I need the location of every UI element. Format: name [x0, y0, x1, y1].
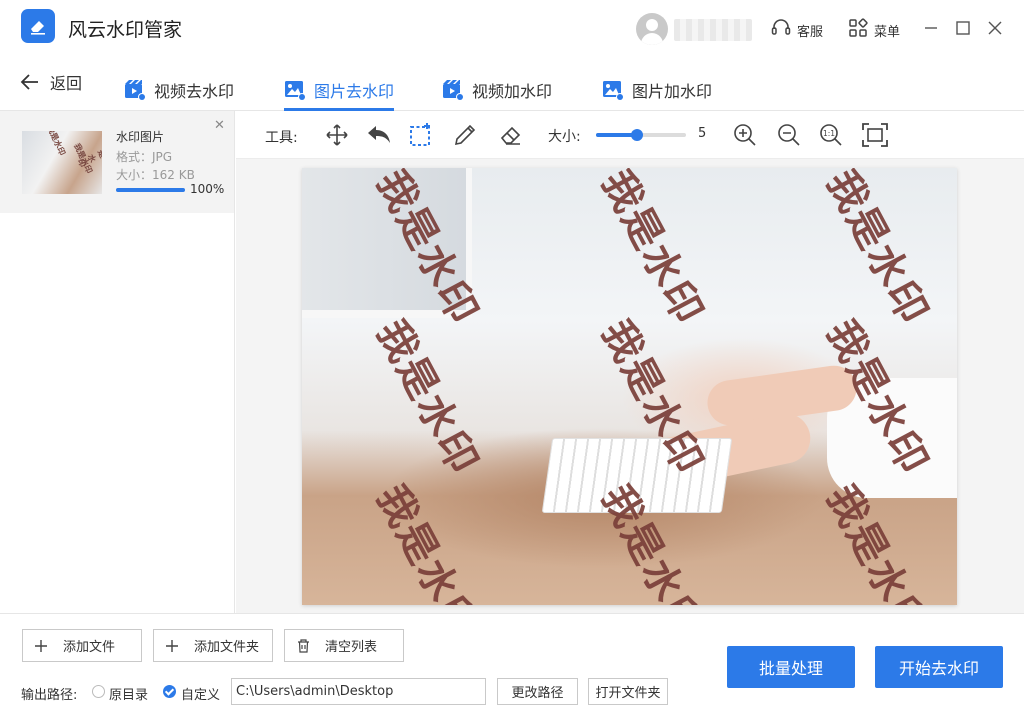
watermarked-photo[interactable]: 我是水印 我是水印 我是水印 我是水印 我是水印 我是水印 我是水印 我是水印 … [302, 168, 957, 605]
watermark-text: 我是水印 [818, 168, 937, 333]
file-format: 格式：JPG [116, 150, 173, 164]
brush-size-slider[interactable] [596, 129, 686, 141]
pencil-icon [454, 124, 476, 146]
file-size: 大小：162 KB [116, 168, 195, 182]
video-icon [443, 79, 464, 101]
brush-size-label: 大小: [548, 129, 581, 145]
customer-service-button[interactable]: 客服 [770, 18, 823, 42]
file-thumbnail: 我是水印 我是水印 我是水印 [22, 131, 102, 194]
video-icon [125, 79, 146, 101]
grid-menu-icon [848, 18, 868, 42]
watermark-text: 我是水印 [593, 168, 712, 333]
add-file-label: 添加文件 [63, 640, 116, 655]
radio-custom-label[interactable]: 自定义 [181, 684, 220, 703]
maximize-button[interactable] [953, 18, 973, 38]
add-folder-button[interactable]: 添加文件夹 [153, 629, 273, 662]
trash-icon [295, 638, 311, 653]
selection-rect-icon [410, 123, 430, 146]
change-path-button[interactable]: 更改路径 [497, 678, 578, 705]
bottom-bar: 添加文件 添加文件夹 清空列表 输出路径: 原目录 自定义 更改路径 打开文件夹… [0, 613, 1024, 720]
move-tool-button[interactable] [323, 121, 351, 149]
tab-label: 视频加水印 [472, 81, 553, 101]
file-progress-bar [116, 188, 185, 192]
radio-original-label[interactable]: 原目录 [109, 684, 148, 703]
file-list-item[interactable]: 我是水印 我是水印 我是水印 水印图片 格式：JPG 大小：162 KB 100… [0, 111, 234, 213]
undo-tool-button[interactable] [365, 121, 393, 149]
watermark-text: 我是水印 [368, 478, 487, 605]
fit-screen-icon [862, 123, 888, 147]
image-icon [285, 80, 306, 101]
remove-file-icon[interactable]: ✕ [214, 118, 225, 133]
eraser-icon [500, 126, 521, 145]
start-remove-watermark-button[interactable]: 开始去水印 [875, 646, 1003, 688]
menu-button[interactable]: 菜单 [848, 18, 900, 42]
back-label: 返回 [50, 74, 83, 93]
nav-bar: 返回 视频去水印 图片去水印 视频加水印 图片加水印 [0, 56, 1024, 111]
radio-custom-dir[interactable] [163, 685, 176, 698]
tab-image-add-watermark[interactable]: 图片加水印 [602, 68, 712, 111]
clear-list-label: 清空列表 [325, 640, 378, 655]
zoom-out-button[interactable] [775, 121, 803, 149]
slider-knob[interactable] [630, 129, 643, 141]
plus-icon [33, 639, 49, 652]
title-bar: 风云水印管家 客服 菜单 [0, 0, 1024, 56]
arrow-left-icon [20, 74, 38, 90]
brush-size-value: 5 [698, 126, 707, 141]
actual-size-button[interactable]: 1:1 [817, 121, 845, 149]
edit-toolbar: 工具: 大小: 5 1:1 [236, 111, 1024, 159]
username-blurred[interactable] [674, 19, 752, 41]
tab-video-remove-watermark[interactable]: 视频去水印 [124, 68, 234, 111]
add-file-button[interactable]: 添加文件 [22, 629, 142, 662]
avatar[interactable] [636, 13, 668, 45]
output-path-label: 输出路径: [21, 688, 78, 703]
image-icon [603, 80, 624, 101]
tools-label: 工具: [265, 130, 298, 146]
minimize-icon [925, 27, 937, 29]
move-icon [326, 124, 348, 146]
menu-label: 菜单 [874, 24, 901, 40]
file-list-panel: 我是水印 我是水印 我是水印 水印图片 格式：JPG 大小：162 KB 100… [0, 111, 235, 613]
add-folder-label: 添加文件夹 [194, 640, 260, 655]
app-title: 风云水印管家 [68, 19, 183, 41]
close-icon [988, 21, 1002, 35]
output-path-input[interactable] [231, 678, 486, 705]
watermark-text: 我是水印 [368, 313, 487, 483]
fit-screen-button[interactable] [861, 121, 889, 149]
thumbnail-watermark: 我是水印 [45, 131, 67, 157]
select-rect-tool-button[interactable] [407, 121, 435, 149]
brush-tool-button[interactable] [451, 121, 479, 149]
plus-icon [164, 639, 180, 652]
zoom-in-button[interactable] [731, 121, 759, 149]
tab-video-add-watermark[interactable]: 视频加水印 [442, 68, 552, 111]
batch-process-button[interactable]: 批量处理 [727, 646, 855, 688]
tab-image-remove-watermark[interactable]: 图片去水印 [284, 68, 395, 111]
file-progress-text: 100% [190, 182, 225, 196]
eraser-tool-button[interactable] [497, 121, 525, 149]
zoom-out-icon [778, 124, 800, 146]
tab-label: 视频去水印 [154, 81, 235, 101]
file-name: 水印图片 [116, 130, 165, 144]
zoom-actual-size-icon: 1:1 [820, 124, 842, 146]
image-canvas[interactable]: 我是水印 我是水印 我是水印 我是水印 我是水印 我是水印 我是水印 我是水印 … [236, 159, 1024, 613]
undo-icon [368, 126, 390, 143]
app-logo-eraser-icon [21, 9, 55, 43]
tab-label: 图片加水印 [632, 81, 713, 101]
minimize-button[interactable] [921, 18, 941, 38]
back-button[interactable]: 返回 [20, 70, 82, 94]
clear-list-button[interactable]: 清空列表 [284, 629, 404, 662]
maximize-icon [956, 21, 970, 35]
service-label: 客服 [797, 24, 824, 40]
progress-fill [116, 188, 185, 192]
zoom-in-icon [734, 124, 756, 146]
close-button[interactable] [985, 18, 1005, 38]
open-folder-button[interactable]: 打开文件夹 [588, 678, 668, 705]
svg-text:1:1: 1:1 [823, 129, 835, 138]
tab-label: 图片去水印 [314, 81, 395, 101]
headset-icon [770, 18, 792, 42]
radio-original-dir[interactable] [92, 685, 105, 698]
